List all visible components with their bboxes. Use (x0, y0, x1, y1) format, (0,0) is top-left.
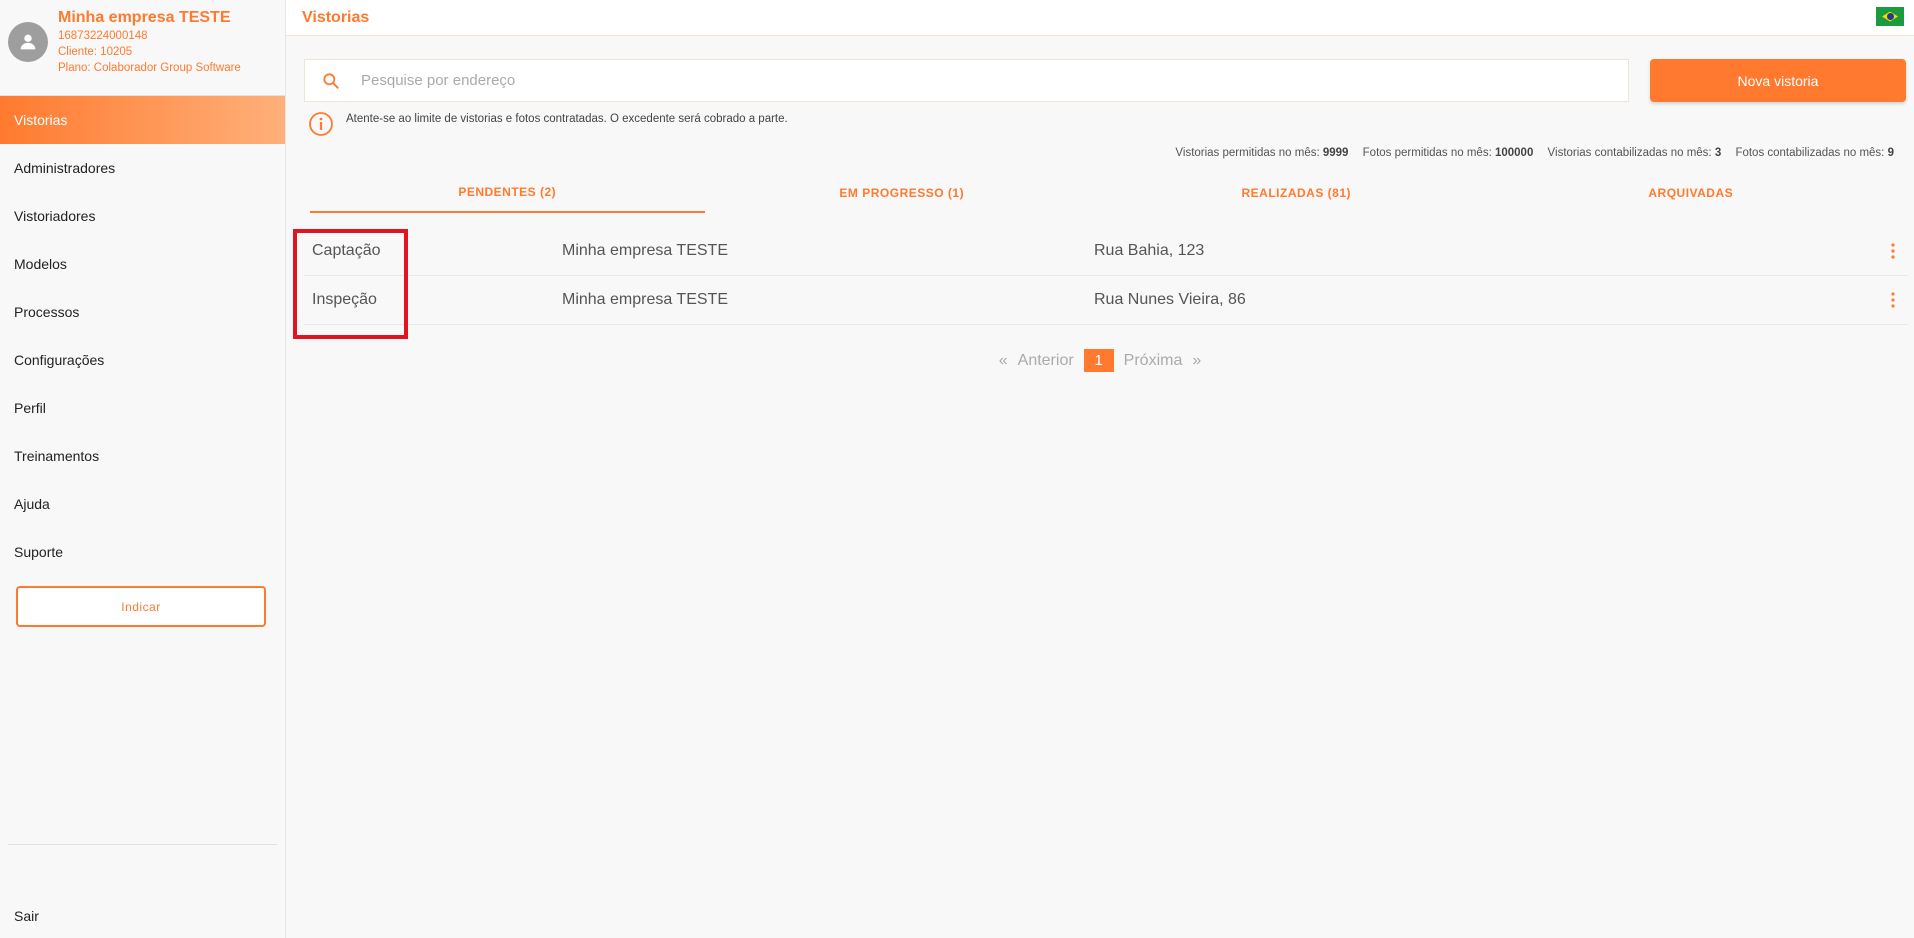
search-input[interactable] (361, 72, 1561, 89)
page-title: Vistorias (302, 8, 370, 26)
client-id: Cliente: 10205 (58, 46, 133, 58)
pagination-next[interactable]: Próxima (1124, 352, 1183, 370)
row-company: Minha empresa TESTE (562, 242, 728, 259)
stat-inspections-counted-value: 3 (1714, 147, 1722, 159)
usage-stats: Vistorias permitidas no mês: 9999 Fotos … (286, 147, 1914, 159)
stat-inspections-allowed: Vistorias permitidas no mês: 9999 (1175, 147, 1348, 159)
limit-notice: Atente-se ao limite de vistorias e fotos… (346, 113, 788, 125)
pagination-prev-arrow[interactable]: « (999, 352, 1008, 370)
search-row: Nova vistoria (286, 36, 1914, 102)
sidebar-item-vistoriadores[interactable]: Vistoriadores (0, 192, 285, 240)
info-icon (309, 112, 333, 136)
indicar-button[interactable]: Indicar (16, 586, 266, 627)
stat-inspections-allowed-value: 9999 (1322, 147, 1349, 159)
row-address: Rua Nunes Vieira, 86 (1094, 291, 1246, 308)
inspection-list: Captação Minha empresa TESTE Rua Bahia, … (304, 227, 1908, 325)
table-row[interactable]: Inspeção Minha empresa TESTE Rua Nunes V… (304, 276, 1908, 325)
stat-photos-allowed-value: 100000 (1494, 147, 1534, 159)
stat-inspections-counted: Vistorias contabilizadas no mês: 3 (1548, 147, 1722, 159)
company-name: Minha empresa TESTE (58, 9, 231, 26)
pagination: « Anterior 1 Próxima » (286, 349, 1914, 372)
sidebar-item-suporte[interactable]: Suporte (0, 528, 285, 576)
status-tabs: PENDENTES (2) EM PROGRESSO (1) REALIZADA… (310, 173, 1888, 213)
stat-photos-allowed-label: Fotos permitidas no mês: (1362, 147, 1492, 159)
tab-realizadas[interactable]: REALIZADAS (81) (1099, 173, 1494, 213)
more-vert-icon[interactable] (1878, 292, 1908, 308)
tab-arquivadas[interactable]: ARQUIVADAS (1494, 173, 1889, 213)
pagination-prev[interactable]: Anterior (1018, 352, 1074, 370)
flag-diamond (1882, 11, 1898, 22)
sidebar-item-modelos[interactable]: Modelos (0, 240, 285, 288)
pagination-next-arrow[interactable]: » (1192, 352, 1201, 370)
row-type: Inspeção (312, 291, 377, 308)
more-vert-icon[interactable] (1878, 243, 1908, 259)
sidebar-item-ajuda[interactable]: Ajuda (0, 480, 285, 528)
row-company: Minha empresa TESTE (562, 291, 728, 308)
logout-link[interactable]: Sair (14, 908, 39, 924)
stat-inspections-counted-label: Vistorias contabilizadas no mês: (1547, 147, 1712, 159)
avatar[interactable] (8, 22, 48, 62)
plan-name: Plano: Colaborador Group Software (58, 62, 241, 74)
search-box[interactable] (304, 59, 1629, 102)
sidebar-item-vistorias[interactable]: Vistorias (0, 96, 285, 144)
stat-photos-counted: Fotos contabilizadas no mês: 9 (1735, 147, 1894, 159)
sidebar-item-processos[interactable]: Processos (0, 288, 285, 336)
stat-photos-counted-value: 9 (1887, 147, 1894, 159)
profile-info: Minha empresa TESTE 16873224000148 Clien… (58, 8, 241, 95)
more-vert-glyph (1891, 243, 1895, 259)
company-cnpj: 16873224000148 (58, 30, 148, 42)
info-row: Atente-se ao limite de vistorias e fotos… (286, 102, 1914, 137)
main-content: Vistorias Nova vistoria Atente-se ao lim… (286, 0, 1914, 938)
sidebar-item-perfil[interactable]: Perfil (0, 384, 285, 432)
sidebar-divider (8, 844, 277, 845)
sidebar-item-configuracoes[interactable]: Configurações (0, 336, 285, 384)
sidebar-item-treinamentos[interactable]: Treinamentos (0, 432, 285, 480)
sidebar-item-administradores[interactable]: Administradores (0, 144, 285, 192)
tab-pendentes[interactable]: PENDENTES (2) (310, 173, 705, 213)
tab-em-progresso[interactable]: EM PROGRESSO (1) (705, 173, 1100, 213)
flag-circle (1886, 13, 1894, 20)
search-icon (323, 72, 339, 89)
stat-photos-allowed: Fotos permitidas no mês: 100000 (1363, 147, 1534, 159)
sidebar: Minha empresa TESTE 16873224000148 Clien… (0, 0, 286, 938)
stat-inspections-allowed-label: Vistorias permitidas no mês: (1175, 147, 1320, 159)
sidebar-nav: Vistorias Administradores Vistoriadores … (0, 96, 285, 576)
profile-card: Minha empresa TESTE 16873224000148 Clien… (0, 0, 285, 96)
topbar: Vistorias (286, 0, 1914, 36)
brazil-flag-icon[interactable] (1876, 7, 1904, 26)
new-inspection-button[interactable]: Nova vistoria (1650, 59, 1906, 102)
row-type: Captação (312, 242, 381, 259)
app: Minha empresa TESTE 16873224000148 Clien… (0, 0, 1914, 938)
more-vert-glyph (1891, 292, 1895, 308)
stat-photos-counted-label: Fotos contabilizadas no mês: (1735, 147, 1885, 159)
table-row[interactable]: Captação Minha empresa TESTE Rua Bahia, … (304, 227, 1908, 276)
row-address: Rua Bahia, 123 (1094, 242, 1205, 259)
pagination-current-page[interactable]: 1 (1083, 349, 1114, 372)
user-icon (20, 34, 36, 50)
